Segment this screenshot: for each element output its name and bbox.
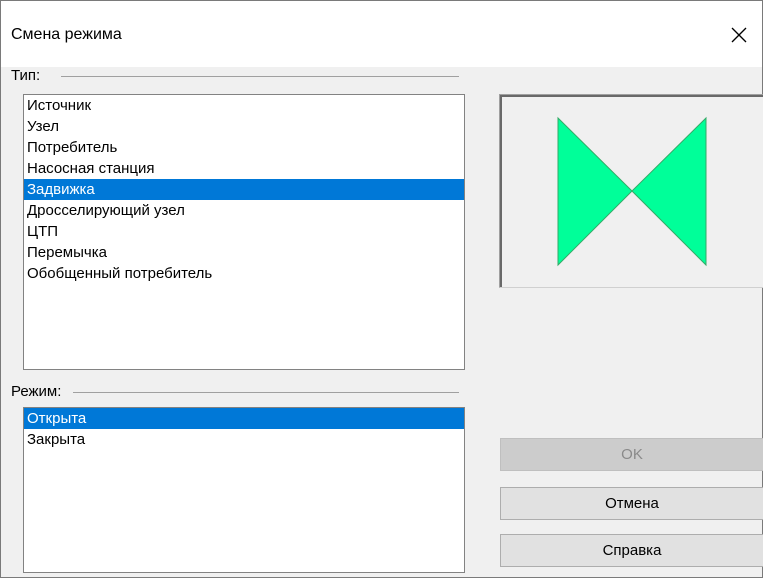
mode-list-item[interactable]: Открыта [24, 408, 464, 429]
valve-icon [557, 116, 707, 267]
type-list-item[interactable]: Источник [24, 95, 464, 116]
dialog-title: Смена режима [11, 26, 122, 43]
type-list-item[interactable]: ЦТП [24, 221, 464, 242]
type-listbox[interactable]: Источник Узел Потребитель Насосная станция З… [23, 94, 465, 370]
type-list-item[interactable]: Насосная станция [24, 158, 464, 179]
type-preview [499, 94, 763, 288]
mode-group-line [73, 392, 459, 393]
type-list-item[interactable]: Узел [24, 116, 464, 137]
mode-listbox[interactable]: Открыта Закрыта [23, 407, 465, 573]
ok-button[interactable]: OK [500, 438, 763, 471]
type-list-item[interactable]: Обобщенный потребитель [24, 263, 464, 284]
help-button[interactable]: Справка [500, 534, 763, 567]
mode-list-item[interactable]: Закрыта [24, 429, 464, 450]
type-list-item[interactable]: Перемычка [24, 242, 464, 263]
cancel-button[interactable]: Отмена [500, 487, 763, 520]
type-list-item[interactable]: Задвижка [24, 179, 464, 200]
close-icon [731, 27, 747, 43]
close-button[interactable] [716, 15, 762, 55]
title-bar: Смена режима [1, 1, 762, 67]
type-group-line [61, 76, 459, 77]
type-list-item[interactable]: Дросселирующий узел [24, 200, 464, 221]
type-list-item[interactable]: Потребитель [24, 137, 464, 158]
mode-group-label: Режим: [11, 383, 66, 400]
change-mode-dialog: Смена режима Тип: Источник Узел Потребител… [0, 0, 763, 578]
type-group-label: Тип: [11, 67, 45, 84]
